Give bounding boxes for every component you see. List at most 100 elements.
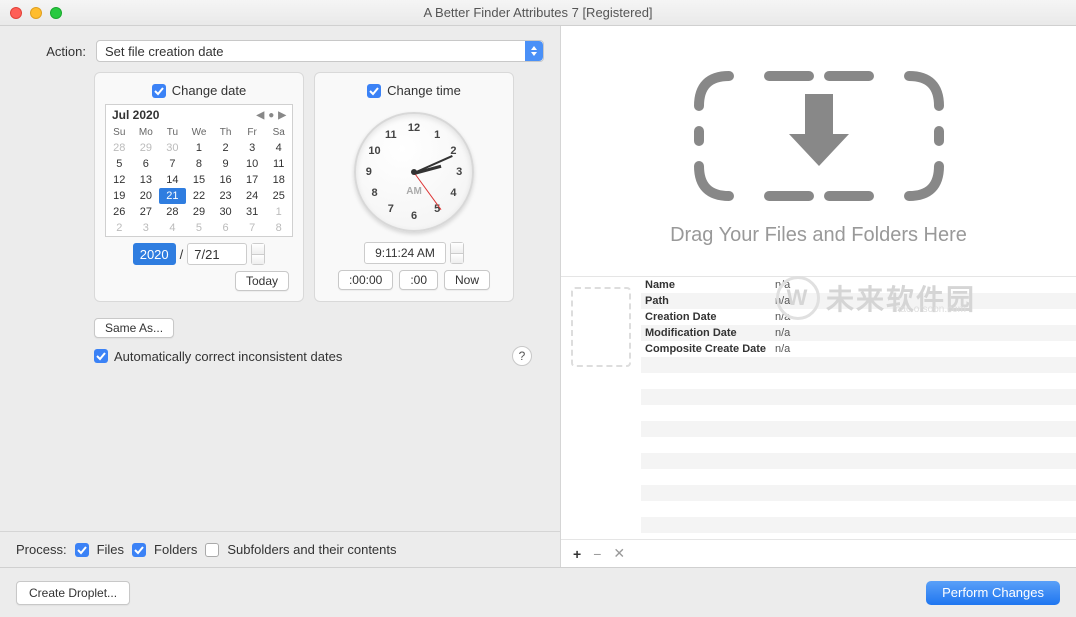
reset-minutes-button[interactable]: :00 [399,270,438,290]
calendar-day[interactable]: 29 [186,204,213,220]
property-value: n/a [775,311,790,323]
calendar-day[interactable]: 17 [239,172,266,188]
calendar-day[interactable]: 10 [239,156,266,172]
calendar-day[interactable]: 22 [186,188,213,204]
auto-correct-checkbox[interactable] [94,349,108,363]
same-as-button[interactable]: Same As... [94,318,174,338]
calendar-day[interactable]: 11 [265,156,292,172]
calendar-day[interactable]: 25 [265,188,292,204]
now-button[interactable]: Now [444,270,490,290]
calendar-day[interactable]: 23 [212,188,239,204]
calendar-month-year: Jul 2020 [112,108,159,122]
calendar-day[interactable]: 28 [106,140,133,156]
calendar-day[interactable]: 24 [239,188,266,204]
calendar-day[interactable]: 6 [133,156,160,172]
today-button[interactable]: Today [235,271,289,291]
calendar-day[interactable]: 20 [133,188,160,204]
change-date-label: Change date [172,83,246,98]
process-subfolders-label: Subfolders and their contents [227,542,396,557]
clear-files-button[interactable]: ✕ [613,545,625,562]
titlebar: A Better Finder Attributes 7 [Registered… [0,0,1076,26]
calendar-day[interactable]: 1 [265,204,292,220]
property-key: Name [645,279,775,291]
calendar-day[interactable]: 12 [106,172,133,188]
change-date-panel: Change date Jul 2020 ◀ ● ▶ SuMoTuWeThFrS… [94,72,304,302]
change-time-panel: Change time 12 1 2 3 4 5 6 7 8 9 10 11 A… [314,72,514,302]
add-file-button[interactable]: + [573,546,581,562]
property-row: Composite Create Daten/a [641,341,1076,357]
remove-file-button[interactable]: − [593,546,601,562]
calendar-day[interactable]: 21 [159,188,186,204]
dropzone-icon [679,56,959,206]
window-title: A Better Finder Attributes 7 [Registered… [0,5,1076,20]
calendar-next-icon[interactable]: ▶ [278,110,286,121]
calendar-day[interactable]: 30 [159,140,186,156]
property-key: Creation Date [645,311,775,323]
analog-clock[interactable]: 12 1 2 3 4 5 6 7 8 9 10 11 AM [354,112,474,232]
clock-ampm: AM [406,186,422,197]
calendar-day[interactable]: 3 [133,220,160,236]
calendar-day[interactable]: 4 [265,140,292,156]
calendar-day[interactable]: 30 [212,204,239,220]
calendar-day[interactable]: 2 [106,220,133,236]
calendar-day[interactable]: 1 [186,140,213,156]
calendar-day[interactable]: 9 [212,156,239,172]
create-droplet-button[interactable]: Create Droplet... [16,581,130,605]
calendar-day[interactable]: 2 [212,140,239,156]
calendar-day[interactable]: 3 [239,140,266,156]
calendar-day[interactable]: 6 [212,220,239,236]
process-subfolders-checkbox[interactable] [205,543,219,557]
process-folders-checkbox[interactable] [132,543,146,557]
process-row: Process: Files Folders Subfolders and th… [0,531,560,567]
action-value: Set file creation date [105,44,224,59]
help-button[interactable]: ? [512,346,532,366]
calendar-day[interactable]: 26 [106,204,133,220]
calendar-prev-icon[interactable]: ◀ [257,110,265,121]
date-year-field[interactable]: 2020 [133,243,176,265]
calendar-day[interactable]: 14 [159,172,186,188]
date-stepper[interactable] [251,243,265,265]
calendar-dow: Sa [265,125,292,140]
property-value: n/a [775,327,790,339]
time-stepper[interactable] [450,242,464,264]
calendar-day[interactable]: 29 [133,140,160,156]
date-md-field[interactable]: 7/21 [187,243,247,265]
calendar[interactable]: Jul 2020 ◀ ● ▶ SuMoTuWeThFrSa28293012345… [105,104,293,237]
minute-hand [414,155,453,174]
action-select[interactable]: Set file creation date [96,40,544,62]
process-files-checkbox[interactable] [75,543,89,557]
property-value: n/a [775,279,790,291]
perform-changes-button[interactable]: Perform Changes [926,581,1060,605]
calendar-day[interactable]: 18 [265,172,292,188]
calendar-day[interactable]: 5 [186,220,213,236]
dropzone[interactable]: Drag Your Files and Folders Here [561,26,1076,276]
calendar-day[interactable]: 8 [265,220,292,236]
calendar-day[interactable]: 5 [106,156,133,172]
calendar-dow: Fr [239,125,266,140]
calendar-today-icon[interactable]: ● [268,110,274,121]
time-field[interactable]: 9:11:24 AM [364,242,446,264]
process-files-label: Files [97,542,124,557]
process-folders-label: Folders [154,542,197,557]
reset-seconds-button[interactable]: :00:00 [338,270,393,290]
calendar-day[interactable]: 19 [106,188,133,204]
calendar-dow: Su [106,125,133,140]
calendar-dow: Mo [133,125,160,140]
calendar-day[interactable]: 27 [133,204,160,220]
calendar-day[interactable]: 8 [186,156,213,172]
property-key: Path [645,295,775,307]
calendar-dow: We [186,125,213,140]
property-key: Modification Date [645,327,775,339]
calendar-day[interactable]: 28 [159,204,186,220]
change-time-checkbox[interactable] [367,84,381,98]
property-row: Creation Daten/a [641,309,1076,325]
calendar-day[interactable]: 7 [159,156,186,172]
calendar-day[interactable]: 15 [186,172,213,188]
calendar-day[interactable]: 31 [239,204,266,220]
calendar-day[interactable]: 13 [133,172,160,188]
calendar-day[interactable]: 4 [159,220,186,236]
calendar-day[interactable]: 7 [239,220,266,236]
calendar-day[interactable]: 16 [212,172,239,188]
change-date-checkbox[interactable] [152,84,166,98]
action-label: Action: [36,44,86,59]
